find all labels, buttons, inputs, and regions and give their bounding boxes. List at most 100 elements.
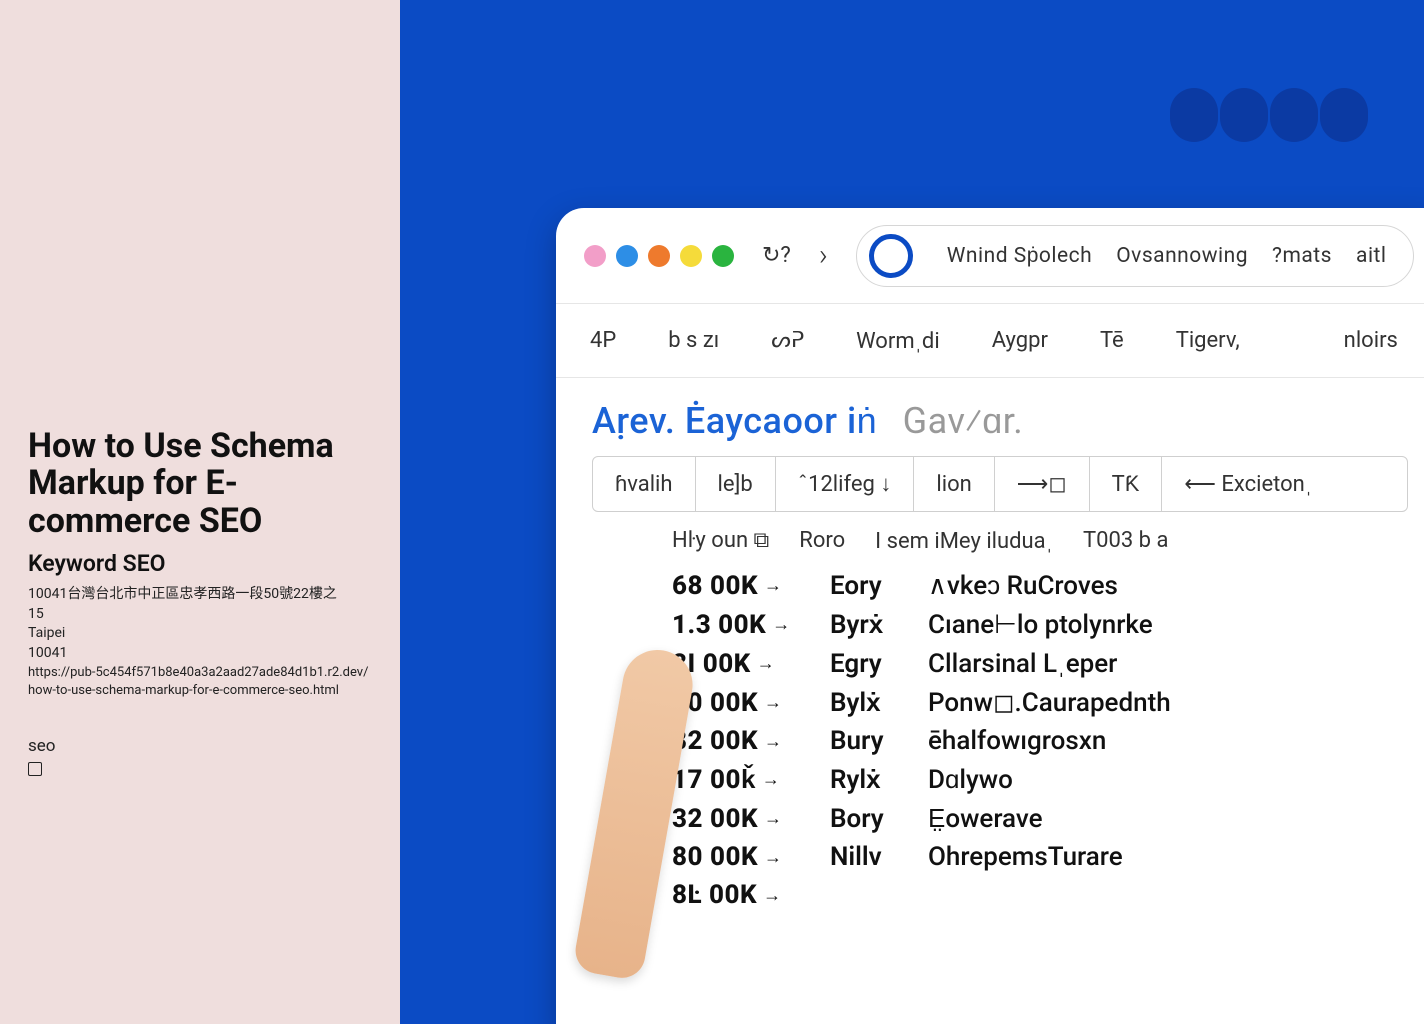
logo-cluster bbox=[1170, 88, 1368, 142]
tiny-square-icon bbox=[28, 762, 42, 776]
tab-item[interactable]: Aygpr bbox=[992, 328, 1048, 353]
result-metric: 32 00K→ bbox=[672, 804, 802, 834]
toolbar-cell[interactable]: ˆ12lifeg ↓ bbox=[776, 457, 914, 511]
arrow-icon: → bbox=[764, 847, 783, 868]
hero-area: ↻? › Wnind Sṗolech Ovsannowing ?mats ait… bbox=[400, 0, 1424, 1024]
result-code: Rylẋ bbox=[830, 764, 900, 795]
result-metric: 8I 00K→ bbox=[672, 649, 802, 679]
result-name: ∧vkeɔ RuCroves bbox=[928, 570, 1118, 601]
address-line: 10041台灣台北市中正區忠孝西路一段50號22樓之 bbox=[28, 585, 372, 605]
toolbar-cell[interactable]: lion bbox=[914, 457, 993, 511]
result-code: Byrẋ bbox=[830, 609, 900, 640]
result-row[interactable]: 1.3 00K→ Byrẋ Cıane⊢lo ptolynrke bbox=[672, 609, 1408, 640]
result-code: Nillv bbox=[830, 842, 900, 872]
tag-label: seo bbox=[28, 736, 372, 756]
headline: Aṛev. Ėaycaoor iṅ Gav⁄ɑr. bbox=[592, 400, 1408, 442]
result-name: E̤owerave bbox=[928, 803, 1043, 834]
result-code: Bury bbox=[830, 726, 900, 756]
window-dot-icon[interactable] bbox=[712, 245, 734, 267]
toolbar-cell[interactable]: le]b bbox=[696, 457, 775, 511]
sidebar-panel: How to Use Schema Markup for E-commerce … bbox=[0, 0, 400, 1024]
result-name: Cllarsinal Lˌeper bbox=[928, 648, 1117, 679]
result-metric: 68 00K→ bbox=[672, 571, 802, 601]
logo-blob-icon bbox=[1270, 88, 1318, 142]
result-row[interactable]: 68 00K→ Eory ∧vkeɔ RuCroves bbox=[672, 570, 1408, 601]
address-segment: Ovsannowing bbox=[1116, 244, 1248, 268]
result-metric: 17 00ǩ→ bbox=[672, 764, 802, 795]
result-name: ēhalfowıgrosxn bbox=[928, 726, 1106, 756]
address-city: Taipei bbox=[28, 624, 372, 644]
result-row[interactable]: 17 00ǩ→ Rylẋ Dɑlywo bbox=[672, 764, 1408, 795]
address-text: Wnind Sṗolech Ovsannowing ?mats aitl bbox=[947, 244, 1387, 268]
arrow-icon: → bbox=[772, 614, 791, 635]
arrow-icon: → bbox=[757, 653, 776, 674]
subline-part: Roro bbox=[799, 528, 845, 554]
toolbar-cell[interactable]: ⟵ Excietonˌ bbox=[1162, 457, 1334, 511]
address-postal: 10041 bbox=[28, 644, 372, 664]
logo-blob-icon bbox=[1170, 88, 1218, 142]
toolbar-cell[interactable]: ⟶◻ bbox=[995, 457, 1089, 511]
browser-chrome: ↻? › Wnind Sṗolech Ovsannowing ?mats ait… bbox=[556, 208, 1424, 304]
subline: Hŀy oun ⧉ Roro I sem iMey iluduaˌ T003 b… bbox=[672, 528, 1408, 554]
result-row[interactable]: 80 00K→ Bylẋ Ponw◻.Caurapednth bbox=[672, 687, 1408, 718]
arrow-icon: → bbox=[764, 808, 783, 829]
result-metric: 1.3 00K→ bbox=[672, 610, 802, 640]
result-row[interactable]: 82 00K→ Bury ēhalfowıgrosxn bbox=[672, 726, 1408, 756]
result-code: Bory bbox=[830, 804, 900, 834]
reload-icon[interactable]: ↻? bbox=[762, 243, 791, 268]
result-row[interactable]: 8Ŀ 00K→ bbox=[672, 880, 1408, 910]
results-list: 68 00K→ Eory ∧vkeɔ RuCroves 1.3 00K→ Byr… bbox=[672, 570, 1408, 910]
result-metric: 80 00K→ bbox=[672, 842, 802, 872]
arrow-icon: → bbox=[764, 692, 783, 713]
result-code: Bylẋ bbox=[830, 687, 900, 718]
filter-toolbar: ɦvalih le]b ˆ12lifeg ↓ lion ⟶◻ TƘ ⟵ Exci… bbox=[592, 456, 1408, 512]
window-dot-icon[interactable] bbox=[680, 245, 702, 267]
window-dot-icon[interactable] bbox=[648, 245, 670, 267]
page-subtitle: Keyword SEO bbox=[28, 550, 372, 577]
result-code: Eory bbox=[830, 571, 900, 601]
result-row[interactable]: 32 00K→ Bory E̤owerave bbox=[672, 803, 1408, 834]
window-dot-icon[interactable] bbox=[616, 245, 638, 267]
chevron-right-icon[interactable]: › bbox=[819, 238, 828, 273]
logo-blob-icon bbox=[1220, 88, 1268, 142]
page-title: How to Use Schema Markup for E-commerce … bbox=[28, 428, 372, 540]
tab-item[interactable]: Tē bbox=[1100, 328, 1124, 353]
result-metric: 80 00K→ bbox=[672, 688, 802, 718]
address-segment: ?mats bbox=[1272, 244, 1332, 268]
subline-part: I sem iMey iluduaˌ bbox=[875, 528, 1053, 554]
result-name: Ponw◻.Caurapednth bbox=[928, 688, 1171, 718]
arrow-icon: → bbox=[764, 575, 783, 596]
result-name: Dɑlywo bbox=[928, 764, 1013, 795]
tab-item[interactable]: Wormˌdi bbox=[856, 328, 940, 354]
toolbar-cell[interactable]: TƘ bbox=[1090, 457, 1162, 511]
arrow-icon: → bbox=[764, 731, 783, 752]
result-row[interactable]: 8I 00K→ Egry Cllarsinal Lˌeper bbox=[672, 648, 1408, 679]
tab-item[interactable]: ᔕᕈ bbox=[771, 328, 804, 353]
window-dots bbox=[584, 245, 734, 267]
result-metric: 8Ŀ 00K→ bbox=[672, 880, 802, 910]
result-name: Cıane⊢lo ptolynrke bbox=[928, 610, 1153, 640]
result-row[interactable]: 80 00K→ Nillv OhrepemsTurare bbox=[672, 842, 1408, 872]
subline-part: Hŀy oun ⧉ bbox=[672, 528, 769, 554]
tab-item[interactable]: b s zı bbox=[668, 328, 719, 353]
headline-secondary: Gav⁄ɑr. bbox=[903, 400, 1024, 442]
tab-strip: 4P b s zı ᔕᕈ Wormˌdi Aygpr Tē Tigerv, nl… bbox=[556, 304, 1424, 378]
window-dot-icon[interactable] bbox=[584, 245, 606, 267]
browser-window: ↻? › Wnind Sṗolech Ovsannowing ?mats ait… bbox=[556, 208, 1424, 1024]
toolbar-cell[interactable]: ɦvalih bbox=[593, 457, 695, 511]
tab-item[interactable]: nloirs bbox=[1344, 328, 1398, 353]
tab-item[interactable]: 4P bbox=[590, 328, 616, 353]
tab-item[interactable]: Tigerv, bbox=[1176, 328, 1240, 353]
result-name: OhrepemsTurare bbox=[928, 842, 1123, 872]
address-segment: aitl bbox=[1356, 244, 1387, 268]
headline-primary: Aṛev. Ėaycaoor iṅ bbox=[592, 400, 877, 442]
arrow-icon: → bbox=[763, 885, 782, 906]
search-circle-icon bbox=[869, 234, 913, 278]
logo-blob-icon bbox=[1320, 88, 1368, 142]
address-segment: Wnind Sṗolech bbox=[947, 244, 1092, 268]
address-number: 15 bbox=[28, 605, 372, 625]
content-area: Aṛev. Ėaycaoor iṅ Gav⁄ɑr. ɦvalih le]b ˆ1… bbox=[556, 378, 1424, 1024]
result-code: Egry bbox=[830, 649, 900, 679]
address-bar[interactable]: Wnind Sṗolech Ovsannowing ?mats aitl bbox=[856, 225, 1414, 287]
page-url: https://pub-5c454f571b8e40a3a2aad27ade84… bbox=[28, 664, 372, 700]
